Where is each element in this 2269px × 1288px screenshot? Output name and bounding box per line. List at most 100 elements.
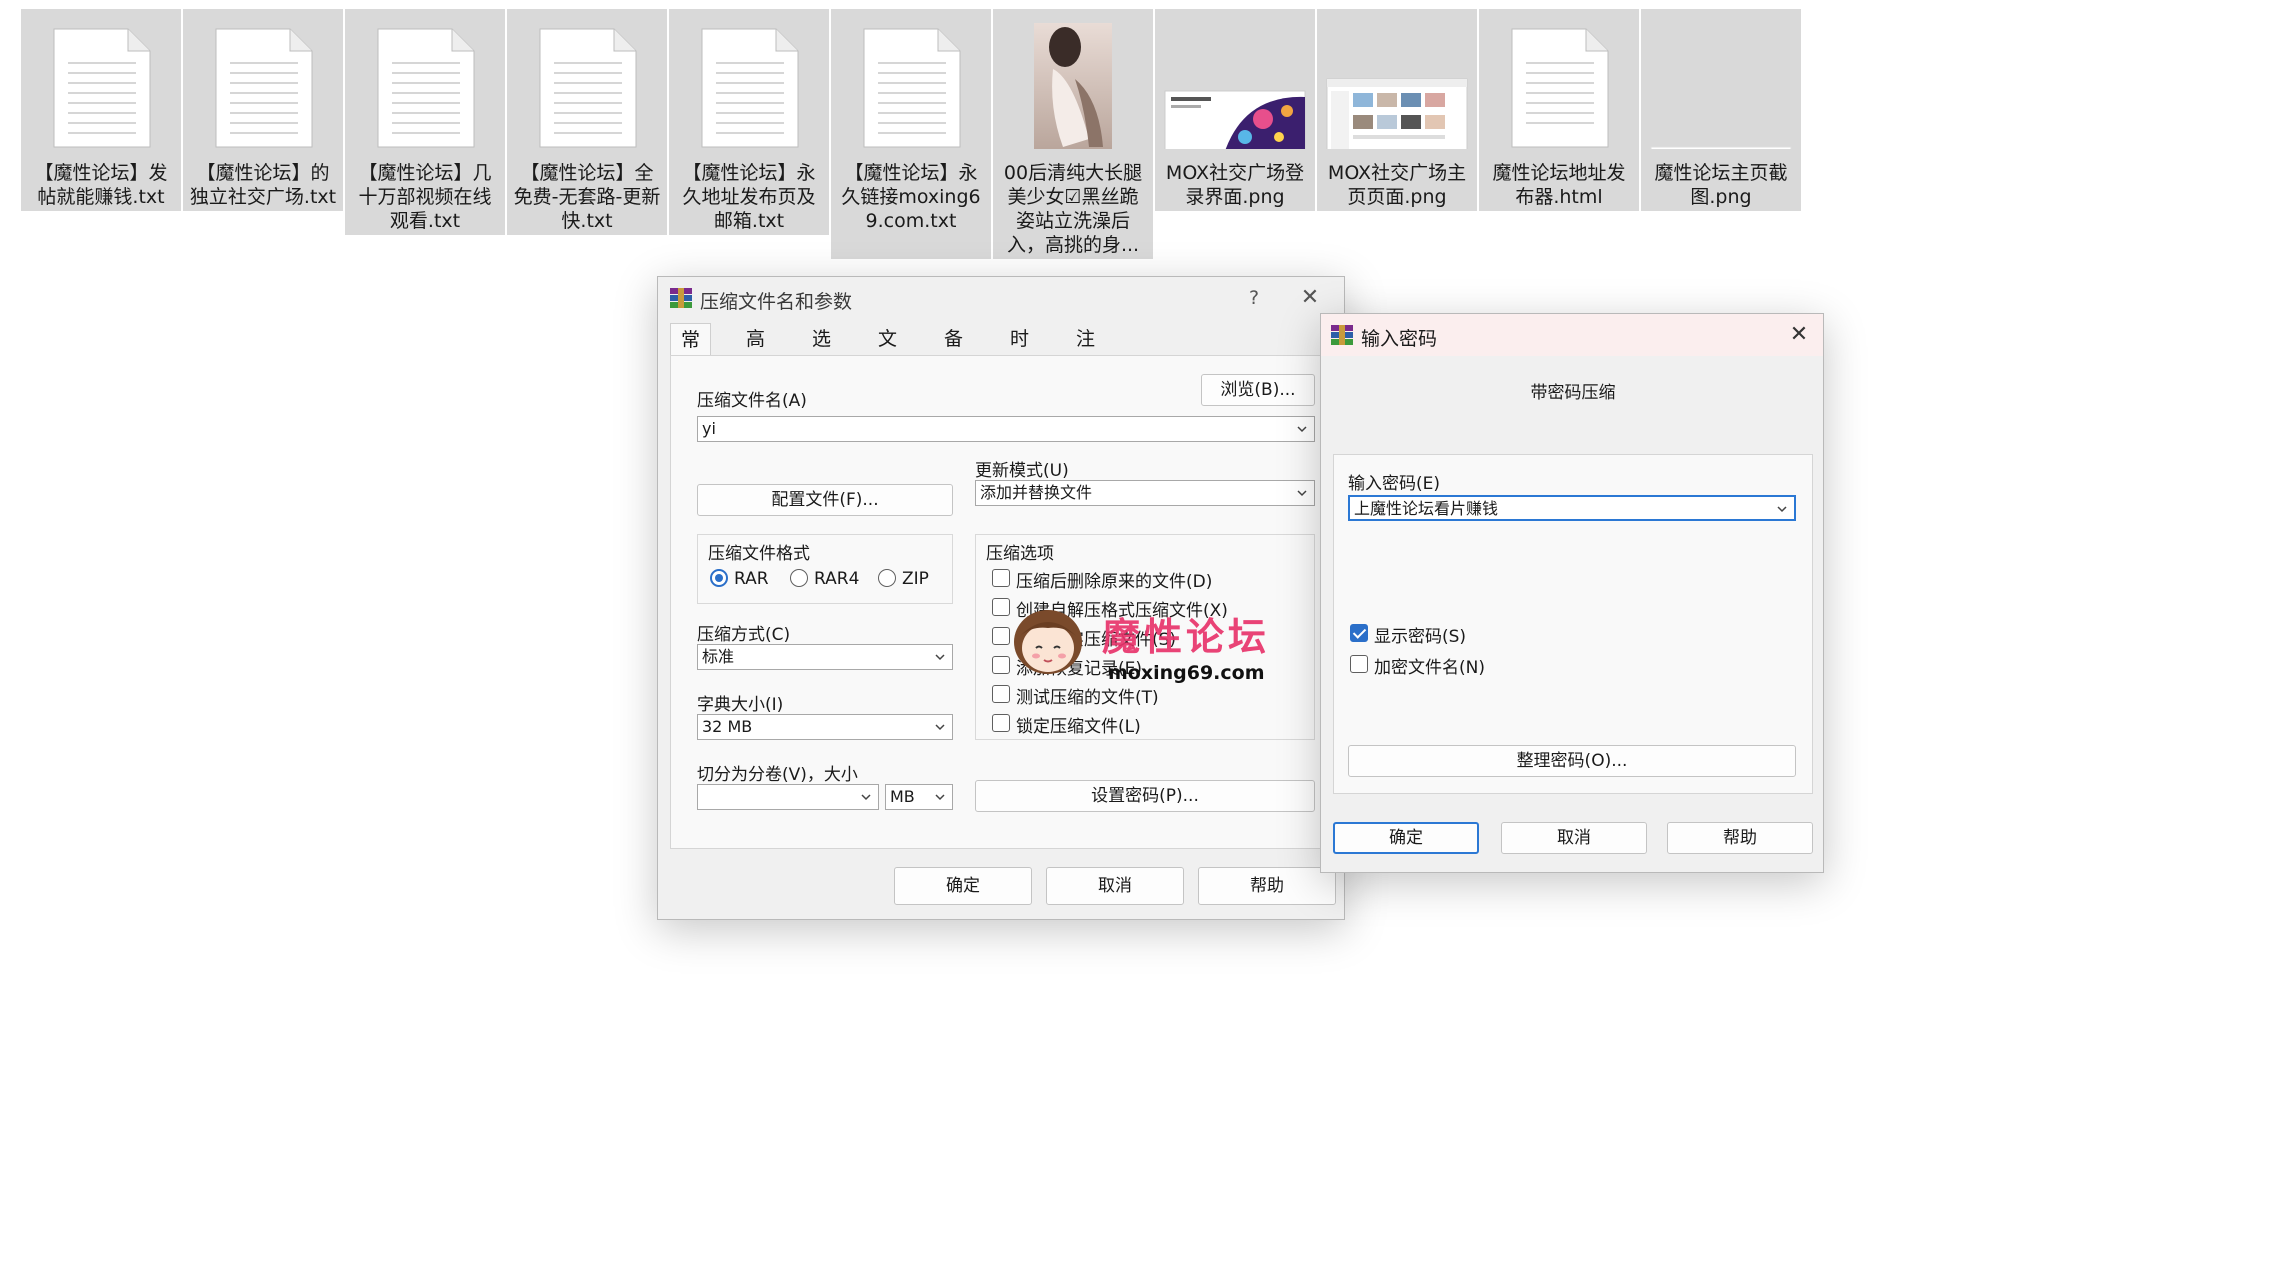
update-mode-label: 更新模式(U) bbox=[975, 461, 1069, 481]
tab-files[interactable]: 文件 bbox=[868, 323, 907, 382]
tab-options[interactable]: 选项 bbox=[802, 323, 841, 382]
file-item[interactable]: 【魔性论坛】永久地址发布页及邮箱.txt bbox=[669, 9, 829, 235]
tab-advanced[interactable]: 高级 bbox=[736, 323, 775, 382]
file-name: MOX社交广场登录界面.png bbox=[1165, 162, 1305, 208]
file-name: 00后清纯大长腿美少女☑黑丝跪姿站立洗澡后入，高挑的身... bbox=[1003, 162, 1143, 256]
file-item[interactable]: 【魔性论坛】几十万部视频在线观看.txt bbox=[345, 9, 505, 235]
text-file-icon bbox=[669, 19, 829, 149]
archive-name-value: yi bbox=[702, 419, 716, 438]
format-rar-radio[interactable] bbox=[710, 569, 728, 587]
password-dialog-title: 输入密码 bbox=[1361, 328, 1438, 350]
file-grid: 【魔性论坛】发帖就能赚钱.txt 【魔性论坛】的独立社交广场.txt 【魔性论坛… bbox=[0, 0, 2269, 270]
format-rar4-radio[interactable] bbox=[790, 569, 808, 587]
file-name: 【魔性论坛】永久链接moxing69.com.txt bbox=[841, 162, 981, 232]
chevron-down-icon bbox=[935, 794, 945, 801]
option-label[interactable]: 压缩后删除原来的文件(D) bbox=[1016, 567, 1212, 592]
chevron-down-icon bbox=[1777, 506, 1787, 513]
delete-after-checkbox[interactable] bbox=[992, 569, 1010, 587]
file-item[interactable]: MOX社交广场登录界面.png bbox=[1155, 9, 1315, 211]
cancel-button[interactable]: 取消 bbox=[1501, 822, 1647, 854]
show-password-label[interactable]: 显示密码(S) bbox=[1374, 622, 1466, 647]
tab-backup[interactable]: 备份 bbox=[934, 323, 973, 382]
file-item[interactable]: 魔性论坛主页截图.png bbox=[1641, 9, 1801, 211]
password-label: 输入密码(E) bbox=[1348, 474, 1441, 494]
organize-passwords-button[interactable]: 整理密码(O)... bbox=[1348, 745, 1796, 777]
option-label[interactable]: 锁定压缩文件(L) bbox=[1016, 712, 1141, 737]
format-group: 压缩文件格式 RAR RAR4 ZIP bbox=[697, 534, 953, 604]
file-item[interactable]: 【魔性论坛】的独立社交广场.txt bbox=[183, 9, 343, 211]
update-mode-value: 添加并替换文件 bbox=[980, 483, 1093, 502]
file-item[interactable]: 魔性论坛地址发布器.html bbox=[1479, 9, 1639, 211]
file-name: 【魔性论坛】的独立社交广场.txt bbox=[189, 162, 337, 208]
split-size-input[interactable] bbox=[697, 784, 879, 810]
text-file-icon bbox=[507, 19, 667, 149]
photo-thumbnail bbox=[993, 19, 1153, 151]
method-label: 压缩方式(C) bbox=[697, 625, 791, 645]
format-group-label: 压缩文件格式 bbox=[708, 544, 810, 564]
watermark-text: 魔性论坛 bbox=[1102, 615, 1271, 659]
set-password-button[interactable]: 设置密码(P)... bbox=[975, 780, 1315, 812]
chevron-down-icon bbox=[935, 654, 945, 661]
text-file-icon bbox=[345, 19, 505, 149]
file-name: 【魔性论坛】发帖就能赚钱.txt bbox=[34, 162, 168, 208]
split-unit-select[interactable]: MB bbox=[885, 784, 953, 810]
text-file-icon bbox=[21, 19, 181, 149]
help-button[interactable]: 帮助 bbox=[1667, 822, 1813, 854]
dict-label: 字典大小(I) bbox=[697, 695, 784, 715]
format-rar-label[interactable]: RAR bbox=[734, 569, 769, 589]
tab-general[interactable]: 常规 bbox=[670, 323, 712, 383]
format-zip-radio[interactable] bbox=[878, 569, 896, 587]
file-item[interactable]: 【魔性论坛】永久链接moxing69.com.txt bbox=[831, 9, 991, 259]
archive-name-input[interactable]: yi bbox=[697, 416, 1315, 442]
encrypt-names-checkbox[interactable] bbox=[1350, 655, 1368, 673]
help-button[interactable]: 帮助 bbox=[1198, 867, 1336, 905]
format-zip-label[interactable]: ZIP bbox=[902, 569, 929, 589]
method-select[interactable]: 标准 bbox=[697, 644, 953, 670]
lock-checkbox[interactable] bbox=[992, 714, 1010, 732]
file-item[interactable]: 【魔性论坛】全免费-无套路-更新快.txt bbox=[507, 9, 667, 235]
tab-comment[interactable]: 注释 bbox=[1066, 323, 1105, 382]
file-item[interactable]: MOX社交广场主页页面.png bbox=[1317, 9, 1477, 211]
profiles-button[interactable]: 配置文件(F)... bbox=[697, 484, 953, 516]
password-panel: 输入密码(E) 上魔性论坛看片赚钱 显示密码(S) 加密文件名(N) 整理密码(… bbox=[1333, 454, 1813, 794]
browse-button[interactable]: 浏览(B)... bbox=[1201, 374, 1315, 406]
archive-dialog-title: 压缩文件名和参数 bbox=[700, 291, 853, 313]
split-label: 切分为分卷(V)，大小 bbox=[697, 765, 858, 785]
split-unit-value: MB bbox=[890, 787, 915, 806]
html-file-icon bbox=[1479, 19, 1639, 149]
winrar-icon bbox=[1331, 325, 1353, 345]
file-item[interactable]: 00后清纯大长腿美少女☑黑丝跪姿站立洗澡后入，高挑的身... bbox=[993, 9, 1153, 259]
archive-dialog-titlebar[interactable]: 压缩文件名和参数 ? ✕ bbox=[658, 277, 1344, 319]
dict-value: 32 MB bbox=[702, 717, 753, 736]
show-password-checkbox[interactable] bbox=[1350, 624, 1368, 642]
password-dialog-titlebar[interactable]: 输入密码 ✕ bbox=[1321, 314, 1823, 356]
chevron-down-icon bbox=[1297, 426, 1307, 433]
ok-button[interactable]: 确定 bbox=[1333, 822, 1479, 854]
password-input[interactable]: 上魔性论坛看片赚钱 bbox=[1348, 495, 1796, 521]
forum-watermark: 魔性论坛 moxing69.com bbox=[1004, 598, 1304, 688]
file-name: MOX社交广场主页页面.png bbox=[1327, 162, 1467, 208]
update-mode-select[interactable]: 添加并替换文件 bbox=[975, 480, 1315, 506]
format-rar4-label[interactable]: RAR4 bbox=[814, 569, 859, 589]
cancel-button[interactable]: 取消 bbox=[1046, 867, 1184, 905]
file-name: 魔性论坛地址发布器.html bbox=[1492, 162, 1626, 208]
encrypt-names-label[interactable]: 加密文件名(N) bbox=[1374, 653, 1485, 678]
password-value: 上魔性论坛看片赚钱 bbox=[1354, 499, 1499, 518]
image-thumbnail bbox=[1155, 19, 1315, 152]
file-name: 【魔性论坛】几十万部视频在线观看.txt bbox=[358, 162, 492, 232]
image-thumbnail bbox=[1641, 19, 1801, 156]
text-file-icon bbox=[183, 19, 343, 149]
ok-button[interactable]: 确定 bbox=[894, 867, 1032, 905]
tab-time[interactable]: 时间 bbox=[1000, 323, 1039, 382]
file-name: 魔性论坛主页截图.png bbox=[1654, 162, 1788, 208]
text-file-icon bbox=[831, 19, 991, 149]
dict-select[interactable]: 32 MB bbox=[697, 714, 953, 740]
close-icon[interactable]: ✕ bbox=[1781, 320, 1817, 350]
close-icon[interactable]: ✕ bbox=[1292, 283, 1328, 313]
file-item[interactable]: 【魔性论坛】发帖就能赚钱.txt bbox=[21, 9, 181, 211]
method-value: 标准 bbox=[702, 647, 735, 666]
chevron-down-icon bbox=[935, 724, 945, 731]
help-icon[interactable]: ? bbox=[1236, 283, 1272, 313]
chevron-down-icon bbox=[1297, 490, 1307, 497]
mascot-icon bbox=[1014, 610, 1082, 674]
